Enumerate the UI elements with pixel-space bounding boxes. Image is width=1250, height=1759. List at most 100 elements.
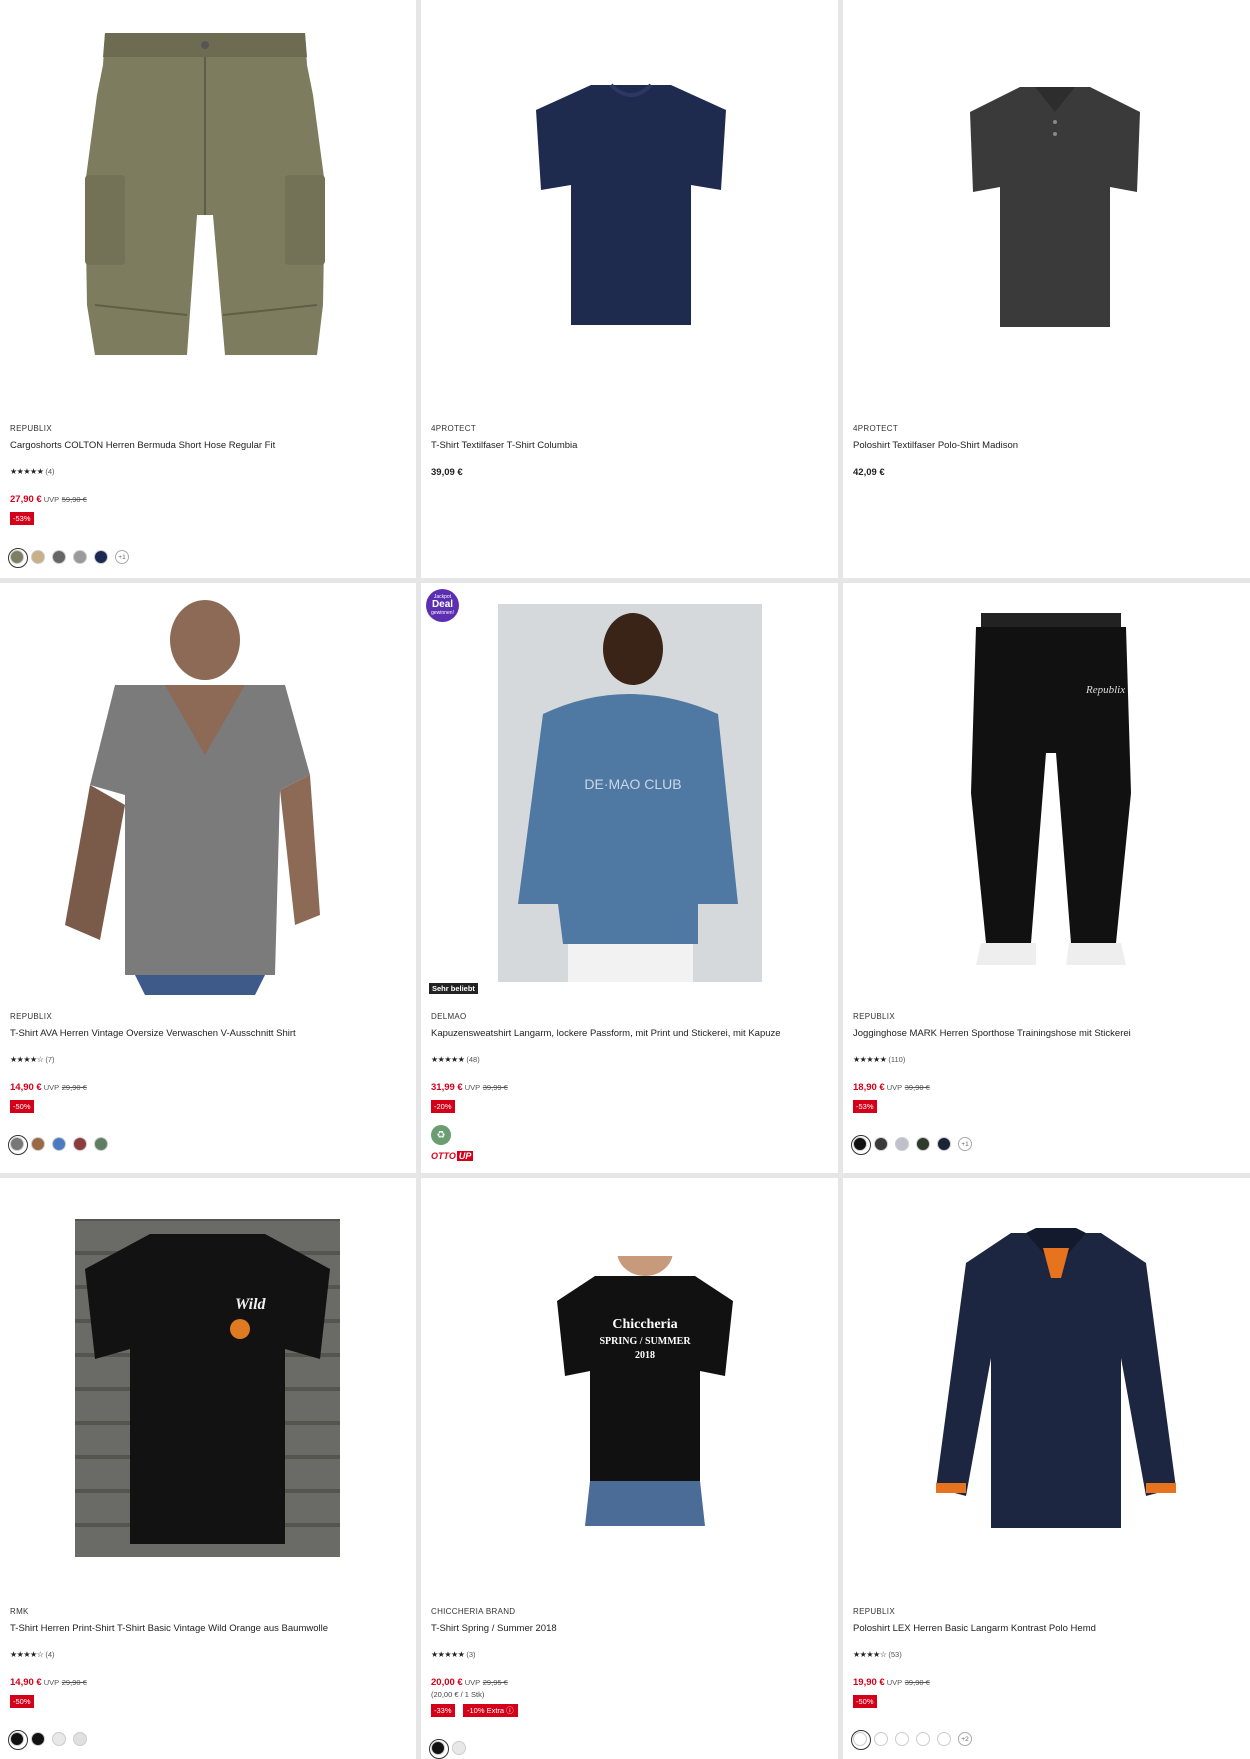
- product-card[interactable]: REPUBLIX T-Shirt AVA Herren Vintage Over…: [0, 583, 416, 1173]
- product-price: 42,09 €: [853, 467, 885, 478]
- product-image[interactable]: DE·MAO CLUB Jackpot Deal gewinnen! Sehr be…: [421, 583, 838, 1003]
- product-title[interactable]: T-Shirt Herren Print-Shirt T-Shirt Basic…: [10, 1623, 328, 1634]
- up-logo-text: UP: [456, 1151, 474, 1161]
- old-price: 59,90 €: [61, 495, 87, 504]
- uvp-label: UVP: [886, 1083, 903, 1092]
- swatch-black[interactable]: [429, 1739, 449, 1759]
- current-price: 19,90 €: [853, 1677, 885, 1688]
- product-brand: 4PROTECT: [853, 424, 899, 433]
- swatch-black[interactable]: [8, 1730, 28, 1750]
- rating-count: (4): [45, 467, 55, 476]
- product-rating: ★★★★☆ (4): [10, 1650, 55, 1659]
- uvp-label: UVP: [43, 1678, 60, 1687]
- swatch-lightgray[interactable]: [73, 550, 87, 564]
- swatch-lightgray[interactable]: [895, 1137, 909, 1151]
- chiccheria-tshirt-model-image: Chiccheria SPRING / SUMMER 2018: [557, 1256, 733, 1526]
- swatch-black-2[interactable]: [31, 1732, 45, 1746]
- swatch-blue[interactable]: [52, 1137, 66, 1151]
- swatch-white-5[interactable]: [937, 1732, 951, 1746]
- swatch-navy[interactable]: [937, 1137, 951, 1151]
- swatch-burgundy[interactable]: [73, 1137, 87, 1151]
- swatch-white-4[interactable]: [916, 1732, 930, 1746]
- discount-badge: -33%: [431, 1704, 455, 1717]
- product-card[interactable]: Wild RMK T-Shirt Herren Print-Shirt T-Sh…: [0, 1178, 416, 1759]
- product-brand: REPUBLIX: [853, 1607, 895, 1616]
- product-image[interactable]: [843, 1178, 1250, 1598]
- product-card[interactable]: Chiccheria SPRING / SUMMER 2018 CHICCHER…: [421, 1178, 838, 1759]
- swatch-anthracite[interactable]: [874, 1137, 888, 1151]
- rating-count: (48): [466, 1055, 480, 1064]
- swatch-black[interactable]: [851, 1135, 871, 1155]
- product-title[interactable]: Kapuzensweatshirt Langarm, lockere Passf…: [431, 1028, 781, 1039]
- product-rating: ★★★★★ (110): [853, 1055, 905, 1064]
- swatch-white-3[interactable]: [895, 1732, 909, 1746]
- swatch-sand[interactable]: [31, 550, 45, 564]
- swatch-white[interactable]: [452, 1741, 466, 1755]
- product-card[interactable]: DE·MAO CLUB Jackpot Deal gewinnen! Sehr be…: [421, 583, 838, 1173]
- sustainability-icon[interactable]: ♻: [431, 1125, 451, 1145]
- product-image[interactable]: [0, 0, 416, 410]
- product-title[interactable]: Cargoshorts COLTON Herren Bermuda Short …: [10, 440, 275, 451]
- tee-print-line3: 2018: [635, 1350, 655, 1361]
- more-colors-button[interactable]: +2: [958, 1732, 972, 1746]
- rating-stars: ★★★★★: [431, 1055, 465, 1064]
- product-brand: REPUBLIX: [853, 1012, 895, 1021]
- product-card[interactable]: 4PROTECT T-Shirt Textilfaser T-Shirt Col…: [421, 0, 838, 578]
- swatch-white-2[interactable]: [874, 1732, 888, 1746]
- product-title[interactable]: Poloshirt Textilfaser Polo-Shirt Madison: [853, 440, 1018, 451]
- product-image[interactable]: Republix: [843, 583, 1250, 1003]
- product-price: 39,09 €: [431, 467, 463, 478]
- uvp-label: UVP: [886, 1678, 903, 1687]
- discount-badge: -53%: [10, 512, 34, 525]
- product-brand: REPUBLIX: [10, 424, 52, 433]
- product-image[interactable]: Wild: [0, 1178, 416, 1598]
- swatch-white[interactable]: [851, 1730, 871, 1750]
- more-colors-button[interactable]: +1: [115, 550, 129, 564]
- product-card[interactable]: REPUBLIX Cargoshorts COLTON Herren Bermu…: [0, 0, 416, 578]
- product-title[interactable]: Poloshirt LEX Herren Basic Langarm Kontr…: [853, 1623, 1096, 1634]
- swatch-white[interactable]: [52, 1732, 66, 1746]
- swatch-offwhite[interactable]: [73, 1732, 87, 1746]
- jackpot-deal-badge[interactable]: Jackpot Deal gewinnen!: [426, 589, 459, 622]
- product-rating: ★★★★☆ (53): [853, 1650, 902, 1659]
- product-card[interactable]: 4PROTECT Poloshirt Textilfaser Polo-Shir…: [843, 0, 1250, 578]
- current-price: 18,90 €: [853, 1082, 885, 1093]
- color-swatches: +1: [8, 548, 129, 568]
- product-title[interactable]: Jogginghose MARK Herren Sporthose Traini…: [853, 1028, 1131, 1039]
- swatch-navy[interactable]: [94, 550, 108, 564]
- product-rating: ★★★★★ (3): [431, 1650, 476, 1659]
- swatch-darkgreen[interactable]: [916, 1137, 930, 1151]
- current-price: 27,90 €: [10, 494, 42, 505]
- swatch-gray[interactable]: [8, 1135, 28, 1155]
- product-image[interactable]: [0, 583, 416, 1003]
- product-card[interactable]: Republix REPUBLIX Jogginghose MARK Herre…: [843, 583, 1250, 1173]
- swatch-olive[interactable]: [8, 548, 28, 568]
- swatch-green[interactable]: [94, 1137, 108, 1151]
- swatch-gray[interactable]: [52, 550, 66, 564]
- gray-polo-image: [970, 87, 1140, 327]
- color-swatches: +1: [851, 1135, 972, 1155]
- rating-stars: ★★★★★: [10, 467, 44, 476]
- tee-print-line2: SPRING / SUMMER: [599, 1336, 691, 1347]
- product-title[interactable]: T-Shirt Spring / Summer 2018: [431, 1623, 557, 1634]
- swatch-brown[interactable]: [31, 1137, 45, 1151]
- product-price: 27,90 € UVP 59,90 €: [10, 494, 87, 505]
- product-image[interactable]: [843, 0, 1250, 410]
- rating-stars: ★★★★☆: [10, 1055, 44, 1064]
- more-colors-button[interactable]: +1: [958, 1137, 972, 1151]
- current-price: 31,99 €: [431, 1082, 463, 1093]
- deal-label: Deal: [431, 599, 454, 610]
- current-price: 20,00 €: [431, 1677, 463, 1688]
- rating-count: (7): [45, 1055, 55, 1064]
- discount-badge: -20%: [431, 1100, 455, 1113]
- product-card[interactable]: REPUBLIX Poloshirt LEX Herren Basic Lang…: [843, 1178, 1250, 1759]
- product-image[interactable]: [421, 0, 838, 410]
- product-title[interactable]: T-Shirt Textilfaser T-Shirt Columbia: [431, 440, 577, 451]
- product-title[interactable]: T-Shirt AVA Herren Vintage Oversize Verw…: [10, 1028, 296, 1039]
- blue-hoodie-model-image: DE·MAO CLUB: [518, 613, 738, 982]
- wild-print-text: Wild: [235, 1296, 267, 1313]
- color-swatches: +2: [851, 1730, 972, 1750]
- extra-discount-badge[interactable]: -10% Extra ⓘ: [463, 1704, 518, 1717]
- product-price: 18,90 € UVP 39,90 €: [853, 1082, 930, 1093]
- product-image[interactable]: Chiccheria SPRING / SUMMER 2018: [421, 1178, 838, 1598]
